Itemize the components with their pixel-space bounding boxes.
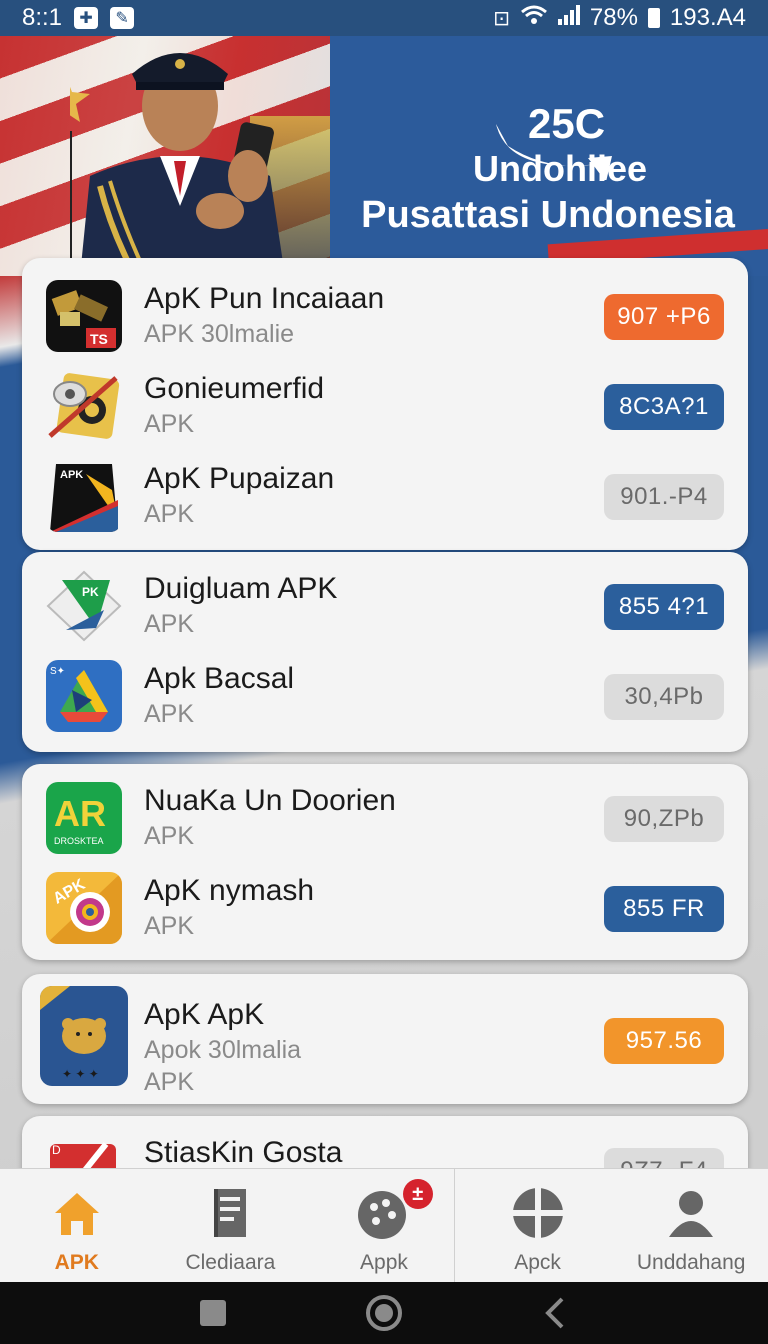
- bottom-navigation: APK Clediaara ± Appk Apck Unddahang: [0, 1168, 768, 1282]
- app-subtitle: APK: [144, 912, 195, 940]
- app-subtitle: Apok 30lmalia: [144, 1036, 302, 1064]
- app-subtitle: APK 30lmalie: [144, 320, 295, 348]
- app-action-button[interactable]: 855 4?1: [604, 584, 724, 630]
- list-item[interactable]: APK ApK Pupaizan APK 901.-P4: [22, 452, 748, 542]
- list-item[interactable]: Gonieumerfid APK 8C3A?1: [22, 362, 748, 452]
- notification-icon: ✚: [74, 7, 99, 29]
- app-subtitle: APK: [144, 822, 195, 850]
- app-action-button[interactable]: 855 FR: [604, 886, 724, 932]
- signal-icon: [557, 4, 580, 32]
- app-action-button[interactable]: 30,4Pb: [604, 674, 724, 720]
- nav-item-globe[interactable]: Apck: [461, 1169, 615, 1282]
- list-item[interactable]: S✦ Apk Bacsal APK 30,4Pb: [22, 652, 748, 742]
- hero-banner: 25C Undohiiee Pusattasi Undonesia: [0, 36, 768, 276]
- battery-icon: [647, 8, 660, 28]
- globe-icon: [512, 1188, 563, 1238]
- app-subtitle-secondary: APK: [144, 1068, 195, 1096]
- user-icon: [669, 1191, 714, 1237]
- officer-photo: [70, 53, 285, 276]
- notification-badge: ±: [402, 1179, 433, 1209]
- app-icon-apk-flag: APK: [46, 460, 122, 532]
- app-action-button[interactable]: 907 +P6: [604, 294, 724, 340]
- app-subtitle: APK: [144, 500, 195, 528]
- nav-label: Appk: [360, 1251, 408, 1274]
- back-icon[interactable]: [540, 1296, 570, 1330]
- svg-text:APK: APK: [60, 469, 83, 481]
- app-icon-bear: ✦ ✦ ✦: [40, 986, 128, 1086]
- app-icon-camera: [46, 370, 122, 442]
- app-icon-play: PK: [46, 570, 122, 642]
- list-item[interactable]: TS ApK Pun Incaiaan APK 30lmalie 907 +P6: [22, 272, 748, 362]
- app-name: Apk Bacsal: [144, 662, 295, 695]
- system-navigation-bar: [0, 1282, 768, 1344]
- list-item[interactable]: ✦ ✦ ✦ ApK ApK Apok 30lmalia APK 957.56: [22, 984, 748, 1096]
- nav-label: Unddahang: [636, 1251, 746, 1274]
- app-group-card: PK Duigluam APK APK 855 4?1 S✦ Apk Bacsa…: [22, 552, 748, 752]
- app-name: ApK Pupaizan: [144, 462, 335, 495]
- document-icon: [214, 1189, 247, 1237]
- svg-text:TS: TS: [90, 331, 108, 347]
- app-action-button[interactable]: 901.-P4: [604, 474, 724, 520]
- battery-percent: 78%: [589, 4, 638, 31]
- app-name: ApK nymash: [144, 874, 315, 907]
- app-group-card: TS ApK Pun Incaiaan APK 30lmalie 907 +P6…: [22, 258, 748, 550]
- nav-item-games[interactable]: ± Appk: [307, 1169, 461, 1282]
- app-group-card: ✦ ✦ ✦ ApK ApK Apok 30lmalia APK 957.56: [22, 974, 748, 1104]
- wifi-icon: [520, 4, 548, 33]
- app-icon-drive: S✦: [46, 660, 122, 732]
- app-icon-tools: TS: [46, 280, 122, 352]
- hero-title-line2: Pusattasi Undonesia: [361, 194, 735, 236]
- home-icon: [54, 1193, 99, 1235]
- status-bar: 8::1 ✚ ✎ ⊡ 78% 193.A4: [0, 0, 768, 36]
- app-icon-ar: AR DROSKTEA: [46, 782, 122, 854]
- app-subtitle: APK: [144, 410, 195, 438]
- app-icon-camera-color: APK: [46, 872, 122, 944]
- status-extra: 193.A4: [669, 4, 746, 31]
- app-action-button[interactable]: 90,ZPb: [604, 796, 724, 842]
- nav-item-document[interactable]: Clediaara: [154, 1169, 308, 1282]
- nav-item-profile[interactable]: Unddahang: [614, 1169, 768, 1282]
- app-group-card: AR DROSKTEA NuaKa Un Doorien APK 90,ZPb A…: [22, 764, 748, 960]
- app-action-button[interactable]: 8C3A?1: [604, 384, 724, 430]
- notification-edit-icon: ✎: [110, 7, 135, 29]
- app-name: ApK ApK: [144, 998, 265, 1031]
- brand-logo-text: 25C: [528, 100, 605, 147]
- app-action-button[interactable]: 957.56: [604, 1018, 724, 1064]
- recents-icon[interactable]: [198, 1298, 228, 1328]
- nfc-icon: ⊡: [493, 7, 510, 30]
- nav-label: Clediaara: [185, 1251, 276, 1274]
- svg-text:PK: PK: [82, 585, 99, 599]
- app-subtitle: APK: [144, 610, 195, 638]
- hero-title-line1: Undohiiee: [472, 148, 647, 189]
- nav-item-home[interactable]: APK: [0, 1169, 154, 1282]
- app-name: Duigluam APK: [144, 572, 338, 605]
- app-name: NuaKa Un Doorien: [144, 784, 396, 817]
- svg-text:D: D: [52, 1143, 61, 1157]
- app-name: Gonieumerfid: [144, 372, 325, 405]
- app-name: ApK Pun Incaiaan: [144, 282, 385, 315]
- home-button-icon[interactable]: [364, 1293, 404, 1333]
- list-item[interactable]: AR DROSKTEA NuaKa Un Doorien APK 90,ZPb: [22, 774, 748, 864]
- svg-text:AR: AR: [54, 793, 106, 834]
- list-item[interactable]: PK Duigluam APK APK 855 4?1: [22, 562, 748, 652]
- app-subtitle: APK: [144, 700, 195, 728]
- status-time: 8::1: [22, 4, 63, 31]
- svg-text:DROSKTEA: DROSKTEA: [54, 836, 104, 846]
- nav-label: Apck: [514, 1251, 561, 1274]
- svg-text:S✦: S✦: [50, 666, 65, 677]
- app-name: StiasKin Gosta: [144, 1136, 343, 1169]
- nav-label: APK: [54, 1251, 99, 1274]
- list-item[interactable]: APK ApK nymash APK 855 FR: [22, 864, 748, 954]
- svg-text:✦ ✦ ✦: ✦ ✦ ✦: [62, 1067, 99, 1081]
